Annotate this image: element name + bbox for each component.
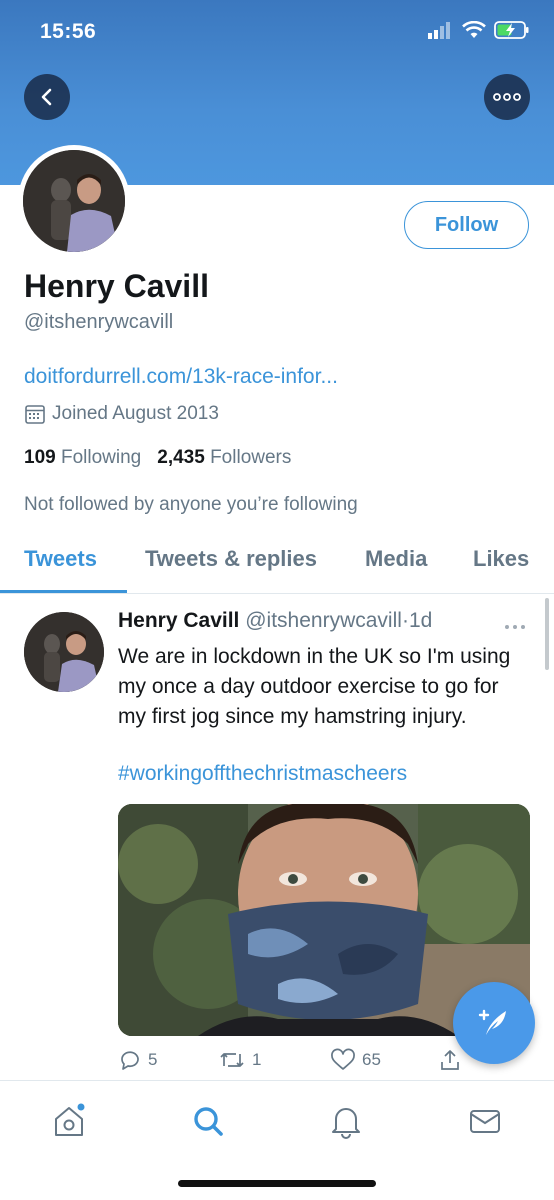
reply-count: 5 xyxy=(148,1050,158,1069)
share-button[interactable] xyxy=(438,1048,462,1072)
tweet-actions: 5 1 65 xyxy=(118,1048,468,1078)
profile-avatar[interactable] xyxy=(18,145,130,257)
profile-website-link[interactable]: doitfordurrell.com/13k-race-infor... xyxy=(24,365,338,389)
back-button[interactable] xyxy=(24,74,70,120)
home-indicator xyxy=(178,1180,376,1187)
battery-charging-icon xyxy=(494,21,529,39)
nav-notifications[interactable] xyxy=(326,1101,366,1141)
wifi-icon xyxy=(462,21,486,38)
profile-tabs: Tweets Tweets & replies Media Likes xyxy=(0,530,554,594)
tab-media[interactable]: Media xyxy=(365,546,427,572)
nav-search[interactable] xyxy=(188,1101,228,1141)
avatar-photo xyxy=(23,150,125,252)
tweet-author-avatar[interactable] xyxy=(24,612,104,692)
feather-plus-icon xyxy=(478,1009,506,1035)
following-link[interactable]: 109 Following xyxy=(24,447,141,469)
joined-text: Joined August 2013 xyxy=(52,403,219,424)
heart-icon xyxy=(331,1048,355,1070)
retweet-button[interactable]: 1 xyxy=(218,1048,261,1072)
follow-counts: 109 Following 2,435 Followers xyxy=(24,447,291,469)
like-button[interactable]: 65 xyxy=(330,1048,381,1072)
tweet-hashtag-link[interactable]: #workingoffthechristmascheers xyxy=(118,762,407,786)
tab-tweets[interactable]: Tweets xyxy=(24,546,97,572)
tweet-ellipsis-icon xyxy=(505,625,525,629)
reply-icon xyxy=(121,1051,139,1070)
retweet-icon xyxy=(220,1053,244,1067)
tab-likes[interactable]: Likes xyxy=(473,546,529,572)
home-icon xyxy=(55,1103,85,1136)
status-bar: 15:56 xyxy=(0,0,554,64)
nav-home[interactable] xyxy=(49,1101,89,1141)
like-count: 65 xyxy=(362,1050,381,1069)
follow-button[interactable]: Follow xyxy=(404,201,529,249)
notifications-bell-icon xyxy=(332,1108,360,1139)
signal-icon xyxy=(428,22,450,39)
tweet-author-name[interactable]: Henry Cavill xyxy=(118,609,239,632)
not-followed-notice: Not followed by anyone you’re following xyxy=(24,494,358,515)
messages-envelope-icon xyxy=(470,1110,500,1133)
compose-tweet-button[interactable] xyxy=(453,982,535,1064)
active-tab-indicator xyxy=(0,590,127,593)
joined-date: Joined August 2013 xyxy=(24,403,219,425)
calendar-icon xyxy=(25,405,45,424)
followers-link[interactable]: 2,435 Followers xyxy=(157,447,291,469)
tab-tweets-replies[interactable]: Tweets & replies xyxy=(145,546,317,572)
share-icon xyxy=(441,1050,459,1070)
status-icons xyxy=(428,20,530,40)
followers-label: Followers xyxy=(210,447,292,468)
reply-button[interactable]: 5 xyxy=(118,1048,157,1072)
retweet-count: 1 xyxy=(252,1050,262,1069)
tweet-header: Henry Cavill @itshenrywcavill·1d xyxy=(118,609,432,633)
ellipsis-icon xyxy=(493,93,521,101)
tweet-age: 1d xyxy=(408,609,433,632)
profile-handle: @itshenrywcavill xyxy=(24,311,174,333)
followers-count: 2,435 xyxy=(157,447,205,468)
tweet-author-handle[interactable]: @itshenrywcavill xyxy=(245,609,402,632)
tweet-separator: · xyxy=(401,609,409,632)
following-label: Following xyxy=(60,447,142,468)
profile-name: Henry Cavill xyxy=(24,268,209,304)
tweet-text: We are in lockdown in the UK so I'm usin… xyxy=(118,645,511,728)
tweet-more-button[interactable] xyxy=(504,614,526,635)
status-time: 15:56 xyxy=(40,20,97,43)
search-icon xyxy=(194,1107,223,1136)
following-count: 109 xyxy=(24,447,56,468)
more-options-button[interactable] xyxy=(484,74,530,120)
nav-messages[interactable] xyxy=(465,1101,505,1141)
chevron-left-icon xyxy=(41,88,52,106)
scrollbar[interactable] xyxy=(545,598,549,670)
